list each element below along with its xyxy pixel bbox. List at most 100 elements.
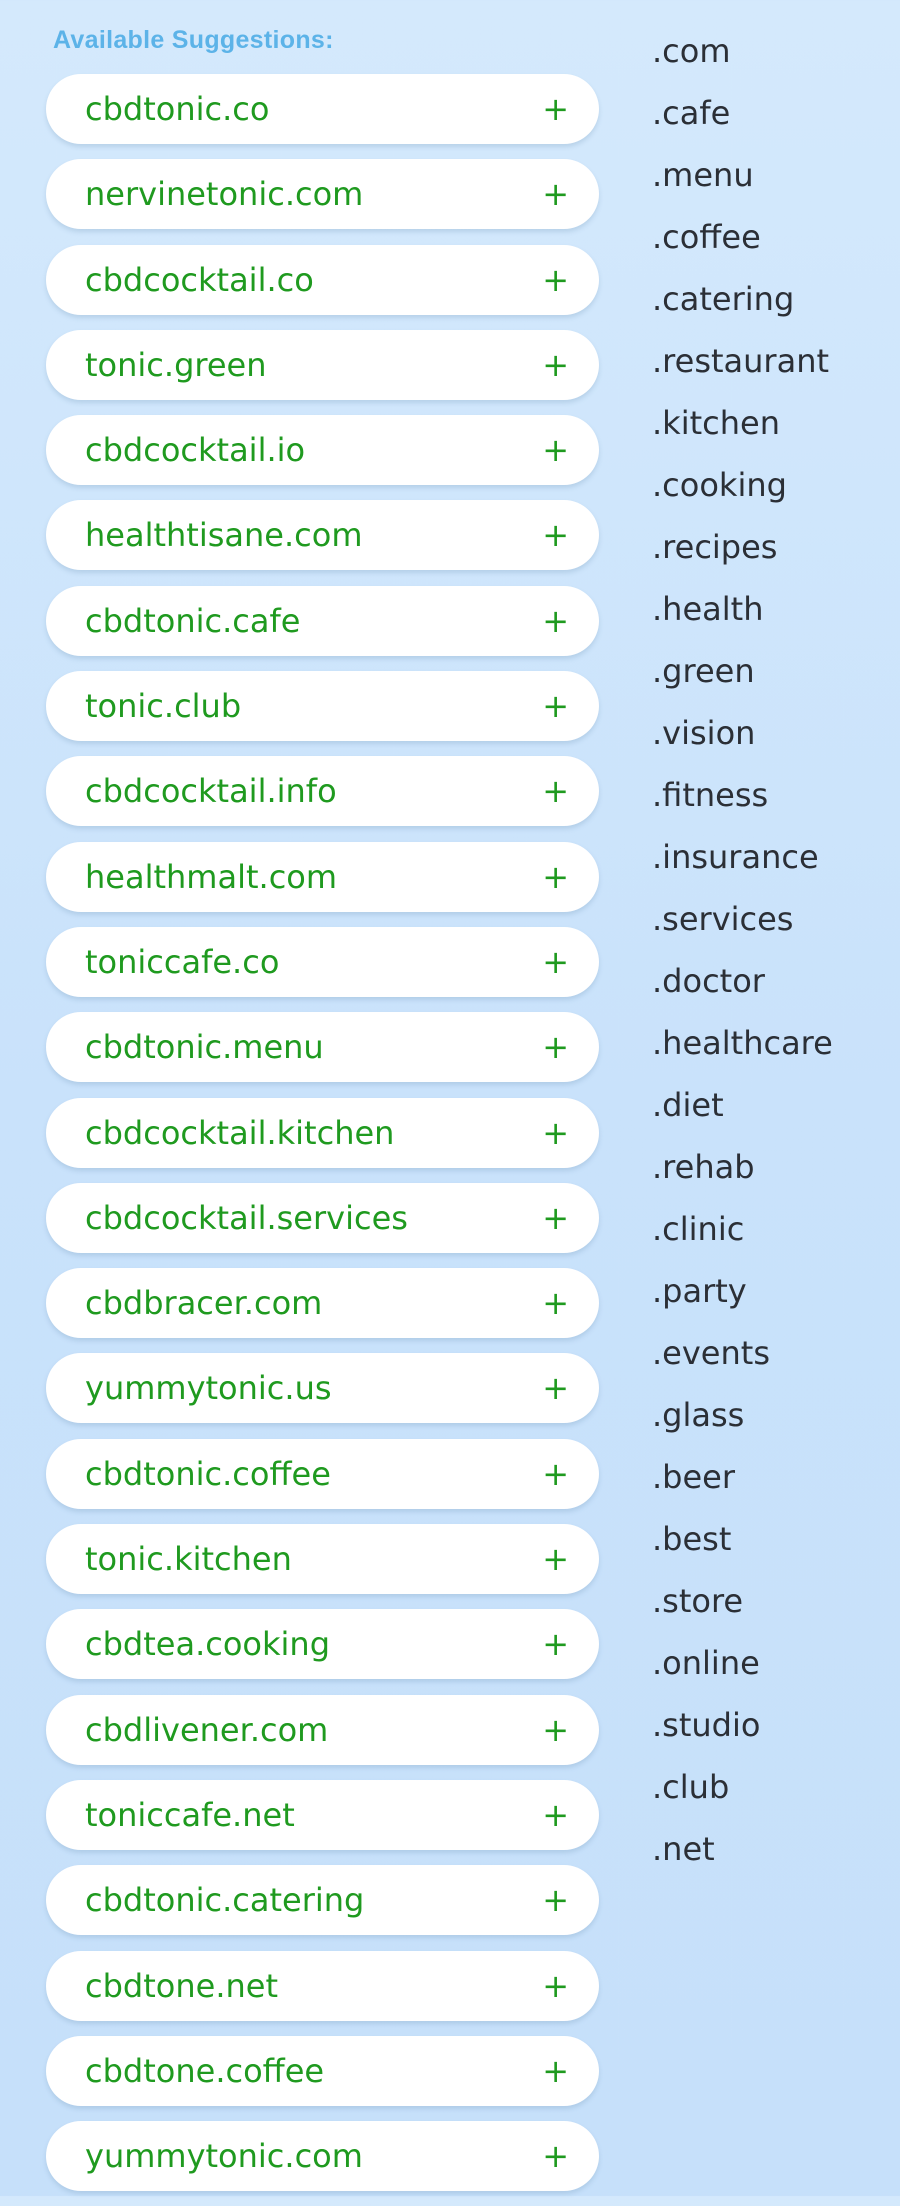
- tld-option[interactable]: .menu: [652, 152, 833, 214]
- suggestion-item[interactable]: toniccafe.net +: [46, 1779, 599, 1850]
- suggestion-domain-name: cbdcocktail.services: [85, 1198, 408, 1237]
- plus-icon[interactable]: +: [542, 671, 569, 741]
- suggestion-item[interactable]: cbdcocktail.kitchen +: [46, 1097, 599, 1168]
- tld-option[interactable]: .diet: [652, 1082, 833, 1144]
- plus-icon[interactable]: +: [542, 2036, 569, 2106]
- tld-option[interactable]: .doctor: [652, 958, 833, 1020]
- plus-icon[interactable]: +: [542, 1609, 569, 1679]
- tld-option[interactable]: .fitness: [652, 772, 833, 834]
- suggestion-domain-name: cbdtonic.catering: [85, 1881, 365, 1920]
- suggestion-domain-name: cbdtonic.menu: [85, 1028, 324, 1067]
- tld-option[interactable]: .green: [652, 648, 833, 710]
- suggestion-item[interactable]: cbdcocktail.io +: [46, 415, 599, 486]
- tld-option[interactable]: .catering: [652, 276, 833, 338]
- tld-option[interactable]: .kitchen: [652, 400, 833, 462]
- tld-option[interactable]: .rehab: [652, 1144, 833, 1206]
- tld-option[interactable]: .restaurant: [652, 338, 833, 400]
- suggestion-domain-name: cbdtone.net: [85, 1966, 278, 2005]
- plus-icon[interactable]: +: [542, 586, 569, 656]
- tld-option[interactable]: .party: [652, 1268, 833, 1330]
- suggestion-item[interactable]: cbdbracer.com +: [46, 1268, 599, 1339]
- suggestion-item[interactable]: yummytonic.us +: [46, 1353, 599, 1424]
- suggestion-item[interactable]: cbdcocktail.services +: [46, 1182, 599, 1253]
- plus-icon[interactable]: +: [542, 330, 569, 400]
- suggestion-item[interactable]: healthtisane.com +: [46, 500, 599, 571]
- suggestion-domain-name: cbdtone.coffee: [85, 2051, 325, 2090]
- suggestion-item[interactable]: healthmalt.com +: [46, 841, 599, 912]
- suggestion-item[interactable]: cbdlivener.com +: [46, 1694, 599, 1765]
- suggestion-domain-name: healthtisane.com: [85, 516, 363, 555]
- tld-option[interactable]: .services: [652, 896, 833, 958]
- plus-icon[interactable]: +: [542, 245, 569, 315]
- plus-icon[interactable]: +: [542, 842, 569, 912]
- plus-icon[interactable]: +: [542, 1780, 569, 1850]
- suggestion-item[interactable]: tonic.green +: [46, 329, 599, 400]
- tld-option[interactable]: .best: [652, 1516, 833, 1578]
- suggestion-item[interactable]: yummytonic.com +: [46, 2121, 599, 2192]
- tld-option[interactable]: .cooking: [652, 462, 833, 524]
- tld-option[interactable]: .online: [652, 1640, 833, 1702]
- plus-icon[interactable]: +: [542, 1865, 569, 1935]
- suggestion-item[interactable]: cbdtea.cooking +: [46, 1609, 599, 1680]
- tld-option[interactable]: .store: [652, 1578, 833, 1640]
- tld-option[interactable]: .health: [652, 586, 833, 648]
- tld-option[interactable]: .vision: [652, 710, 833, 772]
- suggestion-item[interactable]: cbdtone.net +: [46, 1950, 599, 2021]
- suggestion-item[interactable]: tonic.kitchen +: [46, 1524, 599, 1595]
- tld-option[interactable]: .insurance: [652, 834, 833, 896]
- suggestion-item[interactable]: cbdtonic.cafe +: [46, 585, 599, 656]
- tld-option[interactable]: .net: [652, 1826, 833, 1888]
- plus-icon[interactable]: +: [542, 1012, 569, 1082]
- plus-icon[interactable]: +: [542, 415, 569, 485]
- plus-icon[interactable]: +: [542, 1098, 569, 1168]
- tld-option[interactable]: .cafe: [652, 90, 833, 152]
- tld-option[interactable]: .com: [652, 28, 833, 90]
- suggestion-item[interactable]: cbdtonic.coffee +: [46, 1438, 599, 1509]
- suggestion-item[interactable]: cbdtone.coffee +: [46, 2035, 599, 2106]
- suggestion-item[interactable]: nervinetonic.com +: [46, 159, 599, 230]
- suggestion-domain-name: tonic.club: [85, 687, 242, 726]
- suggestion-list: cbdtonic.co + nervinetonic.com + cbdcocktail…: [46, 74, 599, 2206]
- suggestion-domain-name: cbdtonic.cafe: [85, 601, 301, 640]
- suggestion-domain-name: toniccafe.net: [85, 1795, 295, 1834]
- tld-option[interactable]: .healthcare: [652, 1020, 833, 1082]
- plus-icon[interactable]: +: [542, 1353, 569, 1423]
- suggestion-item[interactable]: cbdtonic.catering +: [46, 1865, 599, 1936]
- tld-option[interactable]: .beer: [652, 1454, 833, 1516]
- suggestion-domain-name: yummytonic.us: [85, 1369, 332, 1408]
- suggestion-domain-name: yummytonic.com: [85, 2137, 363, 2176]
- plus-icon[interactable]: +: [542, 1268, 569, 1338]
- suggestion-item[interactable]: cbdcocktail.co +: [46, 244, 599, 315]
- plus-icon[interactable]: +: [542, 74, 569, 144]
- plus-icon[interactable]: +: [542, 1183, 569, 1253]
- plus-icon[interactable]: +: [542, 927, 569, 997]
- tld-list: .com .cafe .menu .coffee .catering .restauran…: [652, 28, 833, 1888]
- suggestion-item[interactable]: cbdtonic.co +: [46, 74, 599, 144]
- tld-option[interactable]: .clinic: [652, 1206, 833, 1268]
- suggestion-domain-name: cbdtonic.coffee: [85, 1454, 331, 1493]
- tld-option[interactable]: .glass: [652, 1392, 833, 1454]
- suggestion-item[interactable]: tonic.club +: [46, 671, 599, 742]
- tld-option[interactable]: .coffee: [652, 214, 833, 276]
- tld-option[interactable]: .recipes: [652, 524, 833, 586]
- plus-icon[interactable]: +: [542, 1439, 569, 1509]
- plus-icon[interactable]: +: [542, 1524, 569, 1594]
- plus-icon[interactable]: +: [542, 1695, 569, 1765]
- suggestion-domain-name: cbdcocktail.info: [85, 772, 337, 811]
- tld-option[interactable]: .events: [652, 1330, 833, 1392]
- suggestion-domain-name: cbdcocktail.io: [85, 431, 306, 470]
- suggestion-domain-name: tonic.kitchen: [85, 1540, 292, 1579]
- plus-icon[interactable]: +: [542, 2121, 569, 2191]
- suggestion-domain-name: healthmalt.com: [85, 857, 338, 896]
- suggestion-domain-name: tonic.green: [85, 345, 267, 384]
- tld-option[interactable]: .club: [652, 1764, 833, 1826]
- suggestion-item[interactable]: cbdtonic.menu +: [46, 1012, 599, 1083]
- plus-icon[interactable]: +: [542, 756, 569, 826]
- plus-icon[interactable]: +: [542, 159, 569, 229]
- suggestion-domain-name: toniccafe.co: [85, 942, 280, 981]
- tld-option[interactable]: .studio: [652, 1702, 833, 1764]
- suggestion-item[interactable]: cbdcocktail.info +: [46, 756, 599, 827]
- plus-icon[interactable]: +: [542, 1951, 569, 2021]
- plus-icon[interactable]: +: [542, 500, 569, 570]
- suggestion-item[interactable]: toniccafe.co +: [46, 926, 599, 997]
